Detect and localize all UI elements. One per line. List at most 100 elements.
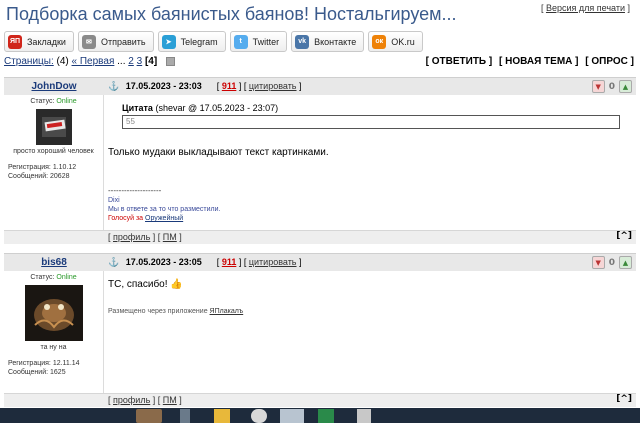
page-current: [4] bbox=[144, 56, 158, 67]
vote-up-icon[interactable]: ▲ bbox=[619, 256, 632, 269]
post-text: Только мудаки выкладывают текст картинка… bbox=[108, 147, 329, 158]
post-date: 17.05.2023 - 23:05 bbox=[125, 257, 202, 267]
post-body: ТС, спасибо! 👍 Размещено через приложени… bbox=[108, 271, 636, 315]
post-author[interactable]: JohnDow bbox=[4, 78, 104, 96]
taskbar-app-icon[interactable] bbox=[318, 409, 334, 423]
page-3-link[interactable]: 3 bbox=[137, 56, 143, 67]
signature-line: Мы в ответе за то что разместили. bbox=[108, 206, 221, 213]
topic-title: Подборка самых баянистых баянов! Носталь… bbox=[6, 4, 457, 24]
user-stats: Регистрация: 1.10.12 Сообщений: 20628 bbox=[8, 164, 77, 180]
post-number[interactable]: 911 bbox=[222, 81, 237, 91]
reply-button[interactable]: [ ОТВЕТИТЬ ] bbox=[426, 56, 493, 67]
new-topic-button[interactable]: [ НОВАЯ ТЕМА ] bbox=[499, 56, 578, 67]
author-status: Статус: Online bbox=[30, 274, 77, 281]
post-author[interactable]: bis68 bbox=[4, 254, 104, 272]
app-note: Размещено через приложение ЯПлакалъ bbox=[108, 308, 244, 315]
share-button-label: Twitter bbox=[252, 36, 280, 47]
share-twitter-button[interactable]: t Twitter bbox=[229, 31, 288, 52]
signature-line: Dixi bbox=[108, 197, 120, 204]
author-panel: Статус: Online та ну на Регистрация: 12.… bbox=[4, 271, 104, 393]
vk-icon: vk bbox=[295, 34, 310, 49]
scroll-top-button[interactable]: [^] bbox=[616, 394, 632, 404]
profile-link[interactable]: профиль bbox=[113, 232, 150, 242]
signature-separator: -------------------- bbox=[108, 186, 162, 195]
poll-button[interactable]: [ ОПРОС ] bbox=[585, 56, 634, 67]
share-bar: ЯП Закладки ✉ Отправить ➤ Telegram t Twitter vk В… bbox=[4, 31, 423, 53]
twitter-icon: t bbox=[233, 34, 248, 49]
folder-icon[interactable] bbox=[214, 409, 230, 423]
author-panel: Статус: Online просто хороший человек Ре… bbox=[4, 95, 104, 230]
topic-header: Подборка самых баянистых баянов! Носталь… bbox=[0, 0, 640, 30]
post-footer-links: [ профиль ] [ ПМ ] bbox=[108, 395, 182, 405]
pages-count: (4) bbox=[56, 56, 69, 67]
app-link[interactable]: ЯПлакалъ bbox=[210, 308, 244, 315]
user-title: та ну на bbox=[40, 344, 67, 351]
pages-menu-icon[interactable] bbox=[165, 56, 175, 66]
page-2-link[interactable]: 2 bbox=[128, 56, 134, 67]
post-votes: ▼ 0 ▲ bbox=[591, 80, 632, 93]
vote-up-icon[interactable]: ▲ bbox=[619, 80, 632, 93]
avatar[interactable] bbox=[24, 285, 83, 341]
print-version: [ Версия для печати ] bbox=[540, 3, 630, 13]
taskbar-app-icon[interactable] bbox=[180, 409, 190, 423]
quote-box: 55 bbox=[122, 115, 620, 129]
signature-vote-link[interactable]: Оружейный bbox=[145, 215, 183, 222]
telegram-icon: ➤ bbox=[161, 34, 176, 49]
print-version-link[interactable]: Версия для печати bbox=[546, 3, 625, 13]
ya-icon: ЯП bbox=[8, 34, 22, 49]
share-ok-button[interactable]: ок OK.ru bbox=[368, 31, 423, 52]
share-vkontakte-button[interactable]: vk Вконтакте bbox=[291, 31, 365, 52]
share-telegram-button[interactable]: ➤ Telegram bbox=[157, 31, 226, 52]
post-footer: [ профиль ] [ ПМ ] [^] bbox=[4, 393, 636, 407]
quote-link[interactable]: цитировать bbox=[249, 257, 297, 267]
pages-ellipsis: ... bbox=[117, 56, 126, 67]
signature-vote: Голосуй за Оружейный bbox=[108, 215, 184, 222]
post-votes: ▼ 0 ▲ bbox=[591, 256, 632, 269]
taskbar-app-icon[interactable] bbox=[136, 409, 162, 423]
post-meta: ⚓ 17.05.2023 - 23:03 [ 911 ] [ цитироват… bbox=[108, 81, 302, 91]
quote-link[interactable]: цитировать bbox=[249, 81, 297, 91]
post-body: Цитата (shevar @ 17.05.2023 - 23:07) 55 … bbox=[108, 95, 636, 222]
share-button-label: Отправить bbox=[100, 36, 146, 47]
author-status: Статус: Online bbox=[30, 98, 77, 105]
topic-actions: [ ОТВЕТИТЬ ] [ НОВАЯ ТЕМА ] [ ОПРОС ] bbox=[422, 56, 634, 67]
mail-icon: ✉ bbox=[81, 34, 96, 49]
user-stats: Регистрация: 12.11.14 Сообщений: 1625 bbox=[8, 360, 80, 376]
quote-header: Цитата (shevar @ 17.05.2023 - 23:07) bbox=[122, 103, 279, 113]
post: bis68 ⚓ 17.05.2023 - 23:05 [ 911 ] [ цит… bbox=[4, 253, 636, 407]
share-button-label: Вконтакте bbox=[314, 36, 357, 47]
share-button-label: Telegram bbox=[180, 36, 218, 47]
post-footer: [ профиль ] [ ПМ ] [^] bbox=[4, 230, 636, 244]
anchor-icon[interactable]: ⚓ bbox=[108, 81, 119, 91]
post: JohnDow ⚓ 17.05.2023 - 23:03 [ 911 ] [ ц… bbox=[4, 77, 636, 244]
os-taskbar bbox=[0, 408, 640, 423]
scroll-top-button[interactable]: [^] bbox=[616, 231, 632, 241]
post-meta: ⚓ 17.05.2023 - 23:05 [ 911 ] [ цитироват… bbox=[108, 257, 302, 267]
pm-link[interactable]: ПМ bbox=[163, 395, 177, 405]
ok-icon: ок bbox=[372, 34, 387, 49]
post-text: ТС, спасибо! 👍 bbox=[108, 279, 183, 290]
page-first-link[interactable]: « Первая bbox=[72, 56, 115, 67]
avatar[interactable] bbox=[35, 109, 72, 145]
post-footer-links: [ профиль ] [ ПМ ] bbox=[108, 232, 182, 242]
taskbar-active-app-icon[interactable] bbox=[280, 409, 304, 423]
share-zakladki-button[interactable]: ЯП Закладки bbox=[4, 31, 74, 52]
vote-count: 0 bbox=[608, 257, 615, 268]
profile-link[interactable]: профиль bbox=[113, 395, 150, 405]
post-date: 17.05.2023 - 23:03 bbox=[125, 81, 202, 91]
vote-down-icon[interactable]: ▼ bbox=[591, 80, 605, 93]
taskbar-app-icon[interactable] bbox=[357, 409, 371, 423]
pagination: Страницы: (4) « Первая ... 2 3 [4] bbox=[4, 56, 175, 67]
anchor-icon[interactable]: ⚓ bbox=[108, 257, 119, 267]
vote-count: 0 bbox=[608, 81, 615, 92]
taskbar-app-icon[interactable] bbox=[251, 409, 267, 423]
post-number[interactable]: 911 bbox=[222, 257, 237, 267]
pm-link[interactable]: ПМ bbox=[163, 232, 177, 242]
user-title: просто хороший человек bbox=[13, 148, 94, 155]
share-button-label: OK.ru bbox=[391, 36, 415, 47]
pages-label[interactable]: Страницы: bbox=[4, 56, 54, 67]
share-button-label: Закладки bbox=[27, 36, 66, 47]
share-otpravit-button[interactable]: ✉ Отправить bbox=[77, 31, 154, 52]
post-header: JohnDow ⚓ 17.05.2023 - 23:03 [ 911 ] [ ц… bbox=[4, 77, 636, 95]
vote-down-icon[interactable]: ▼ bbox=[591, 256, 605, 269]
